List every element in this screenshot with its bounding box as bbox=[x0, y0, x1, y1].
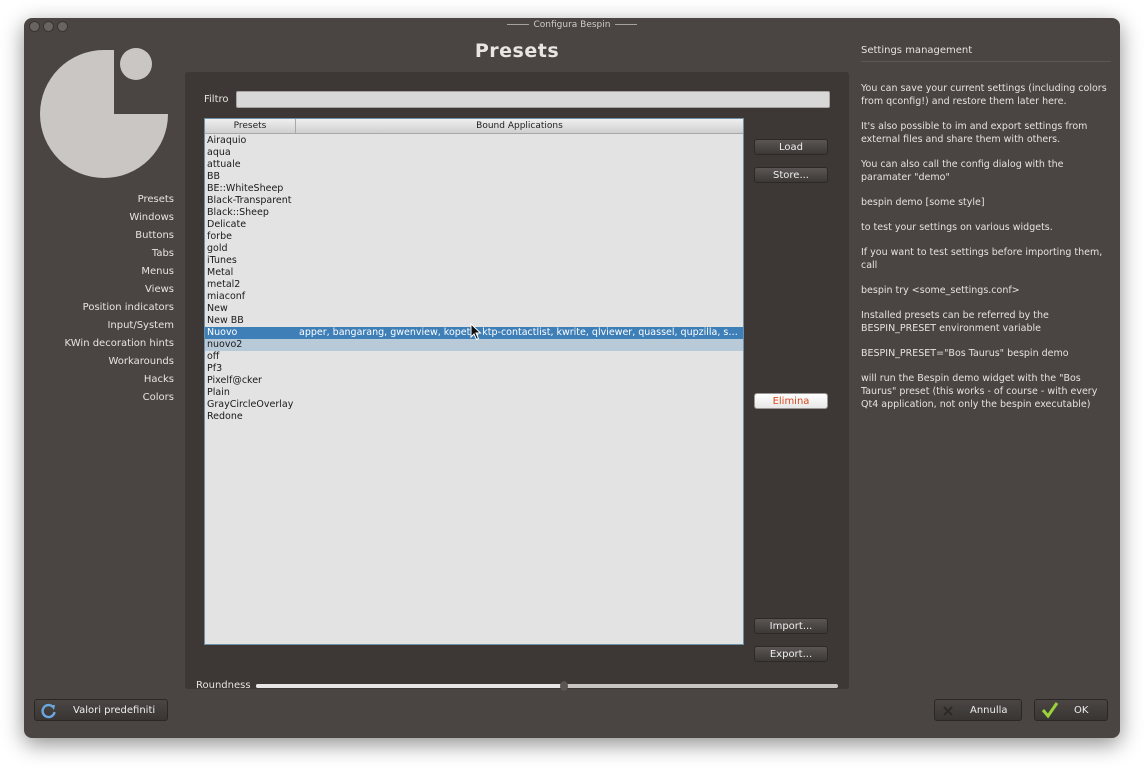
table-row[interactable]: Pf3 bbox=[205, 363, 743, 375]
preset-name-cell: New bbox=[207, 303, 228, 314]
table-row[interactable]: iTunes bbox=[205, 255, 743, 267]
info-paragraph: It's also possible to im and export sett… bbox=[861, 121, 1088, 145]
table-row[interactable]: BB bbox=[205, 171, 743, 183]
table-row[interactable]: Plain bbox=[205, 387, 743, 399]
info-paragraph: If you want to test settings before impo… bbox=[861, 247, 1103, 271]
table-row[interactable]: aqua bbox=[205, 147, 743, 159]
reset-icon bbox=[41, 703, 56, 719]
table-header: Presets Bound Applications bbox=[205, 119, 743, 134]
column-header-presets[interactable]: Presets bbox=[205, 119, 296, 133]
config-window: Configura Bespin Presets Windows Buttons Ta… bbox=[24, 18, 1120, 738]
info-paragraph: to test your settings on various widgets… bbox=[861, 222, 1053, 233]
filter-label: Filtro bbox=[204, 94, 229, 105]
table-row[interactable]: New bbox=[205, 303, 743, 315]
table-row[interactable]: off bbox=[205, 351, 743, 363]
preset-name-cell: attuale bbox=[207, 159, 241, 170]
sidebar-item-input-system[interactable]: Input/System bbox=[107, 318, 174, 334]
table-row[interactable]: miaconf bbox=[205, 291, 743, 303]
preset-name-cell: Redone bbox=[207, 411, 243, 422]
table-row[interactable]: Pixelf@cker bbox=[205, 375, 743, 387]
table-row[interactable]: gold bbox=[205, 243, 743, 255]
sidebar-item-menus[interactable]: Menus bbox=[141, 264, 174, 280]
preset-name-cell: nuovo2 bbox=[207, 339, 243, 350]
export-button[interactable]: Export... bbox=[754, 646, 828, 662]
info-paragraph: You can also call the config dialog with… bbox=[861, 159, 1064, 183]
preset-name-cell: Plain bbox=[207, 387, 230, 398]
preset-name-cell: Airaquio bbox=[207, 135, 247, 146]
cancel-button[interactable]: Annulla bbox=[934, 699, 1022, 721]
info-paragraph: You can save your current settings (incl… bbox=[861, 83, 1107, 107]
table-row[interactable]: attuale bbox=[205, 159, 743, 171]
window-title: Configura Bespin bbox=[24, 18, 1120, 32]
info-title: Settings management bbox=[861, 44, 1111, 62]
preset-name-cell: iTunes bbox=[207, 255, 237, 266]
table-row[interactable]: GrayCircleOverlay bbox=[205, 399, 743, 411]
import-button[interactable]: Import... bbox=[754, 618, 828, 634]
table-row[interactable]: Redone bbox=[205, 411, 743, 423]
sidebar-item-buttons[interactable]: Buttons bbox=[135, 228, 174, 244]
ok-check-icon bbox=[1041, 702, 1059, 719]
page-title: Presets bbox=[474, 40, 560, 62]
info-paragraph: will run the Bespin demo widget with the… bbox=[861, 373, 1098, 410]
preset-name-cell: BE::WhiteSheep bbox=[207, 183, 284, 194]
preset-name-cell: forbe bbox=[207, 231, 232, 242]
preset-name-cell: Black::Sheep bbox=[207, 207, 269, 218]
info-panel: Settings management You can save your cu… bbox=[861, 44, 1111, 423]
column-header-bound-apps[interactable]: Bound Applications bbox=[296, 119, 743, 133]
preset-name-cell: metal2 bbox=[207, 279, 241, 290]
preset-name-cell: GrayCircleOverlay bbox=[207, 399, 294, 410]
mouse-cursor-icon bbox=[470, 323, 482, 341]
store-button[interactable]: Store... bbox=[754, 167, 828, 183]
preset-name-cell: off bbox=[207, 351, 220, 362]
info-paragraph: bespin demo [some style] bbox=[861, 197, 985, 208]
info-paragraph: BESPIN_PRESET="Bos Taurus" bespin demo bbox=[861, 348, 1069, 359]
bound-apps-cell: apper, bangarang, gwenview, kopete, ktp-… bbox=[299, 327, 739, 338]
preset-name-cell: Nuovo bbox=[207, 327, 238, 338]
roundness-label: Roundness bbox=[196, 680, 251, 691]
info-paragraph: bespin try <some_settings.conf> bbox=[861, 285, 1020, 296]
preset-name-cell: Metal bbox=[207, 267, 234, 278]
sidebar-item-windows[interactable]: Windows bbox=[129, 210, 174, 226]
defaults-button[interactable]: Valori predefiniti bbox=[34, 699, 168, 721]
roundness-slider[interactable] bbox=[256, 681, 838, 691]
table-row[interactable]: Black::Sheep bbox=[205, 207, 743, 219]
ok-button[interactable]: OK bbox=[1034, 699, 1108, 721]
sidebar-item-hacks[interactable]: Hacks bbox=[144, 372, 174, 388]
table-row[interactable]: forbe bbox=[205, 231, 743, 243]
roundness-slider-handle[interactable] bbox=[560, 681, 569, 691]
table-row[interactable]: metal2 bbox=[205, 279, 743, 291]
load-button[interactable]: Load bbox=[754, 139, 828, 155]
preset-name-cell: Black-Transparent bbox=[207, 195, 292, 206]
preset-name-cell: New BB bbox=[207, 315, 244, 326]
title-bar: Configura Bespin bbox=[24, 18, 1120, 32]
bespin-logo bbox=[40, 48, 168, 178]
delete-button[interactable]: Elimina bbox=[754, 393, 828, 409]
sidebar-item-colors[interactable]: Colors bbox=[143, 390, 174, 406]
preset-name-cell: Delicate bbox=[207, 219, 247, 230]
table-row[interactable]: Black-Transparent bbox=[205, 195, 743, 207]
preset-name-cell: gold bbox=[207, 243, 228, 254]
table-row[interactable]: Delicate bbox=[205, 219, 743, 231]
preset-name-cell: Pixelf@cker bbox=[207, 375, 262, 386]
table-row[interactable]: BE::WhiteSheep bbox=[205, 183, 743, 195]
sidebar-item-kwin-decoration-hints[interactable]: KWin decoration hints bbox=[65, 336, 174, 352]
filter-input[interactable] bbox=[236, 91, 830, 108]
sidebar-item-workarounds[interactable]: Workarounds bbox=[108, 354, 174, 370]
sidebar-item-views[interactable]: Views bbox=[145, 282, 174, 298]
table-row[interactable]: Metal bbox=[205, 267, 743, 279]
presets-panel: Filtro Presets Bound Applications Airaqu… bbox=[185, 72, 849, 691]
sidebar-item-tabs[interactable]: Tabs bbox=[152, 246, 174, 262]
presets-table[interactable]: Presets Bound Applications Airaquio aqua a… bbox=[204, 118, 744, 645]
preset-name-cell: miaconf bbox=[207, 291, 246, 302]
preset-name-cell: Pf3 bbox=[207, 363, 223, 374]
preset-name-cell: BB bbox=[207, 171, 221, 182]
info-paragraph: Installed presets can be referred by the… bbox=[861, 310, 1049, 334]
table-row[interactable]: Airaquio bbox=[205, 135, 743, 147]
roundness-slider-fill bbox=[256, 684, 565, 688]
preset-name-cell: aqua bbox=[207, 147, 231, 158]
sidebar-item-position-indicators[interactable]: Position indicators bbox=[83, 300, 174, 316]
sidebar-item-presets[interactable]: Presets bbox=[138, 192, 174, 208]
cancel-icon bbox=[943, 706, 953, 716]
